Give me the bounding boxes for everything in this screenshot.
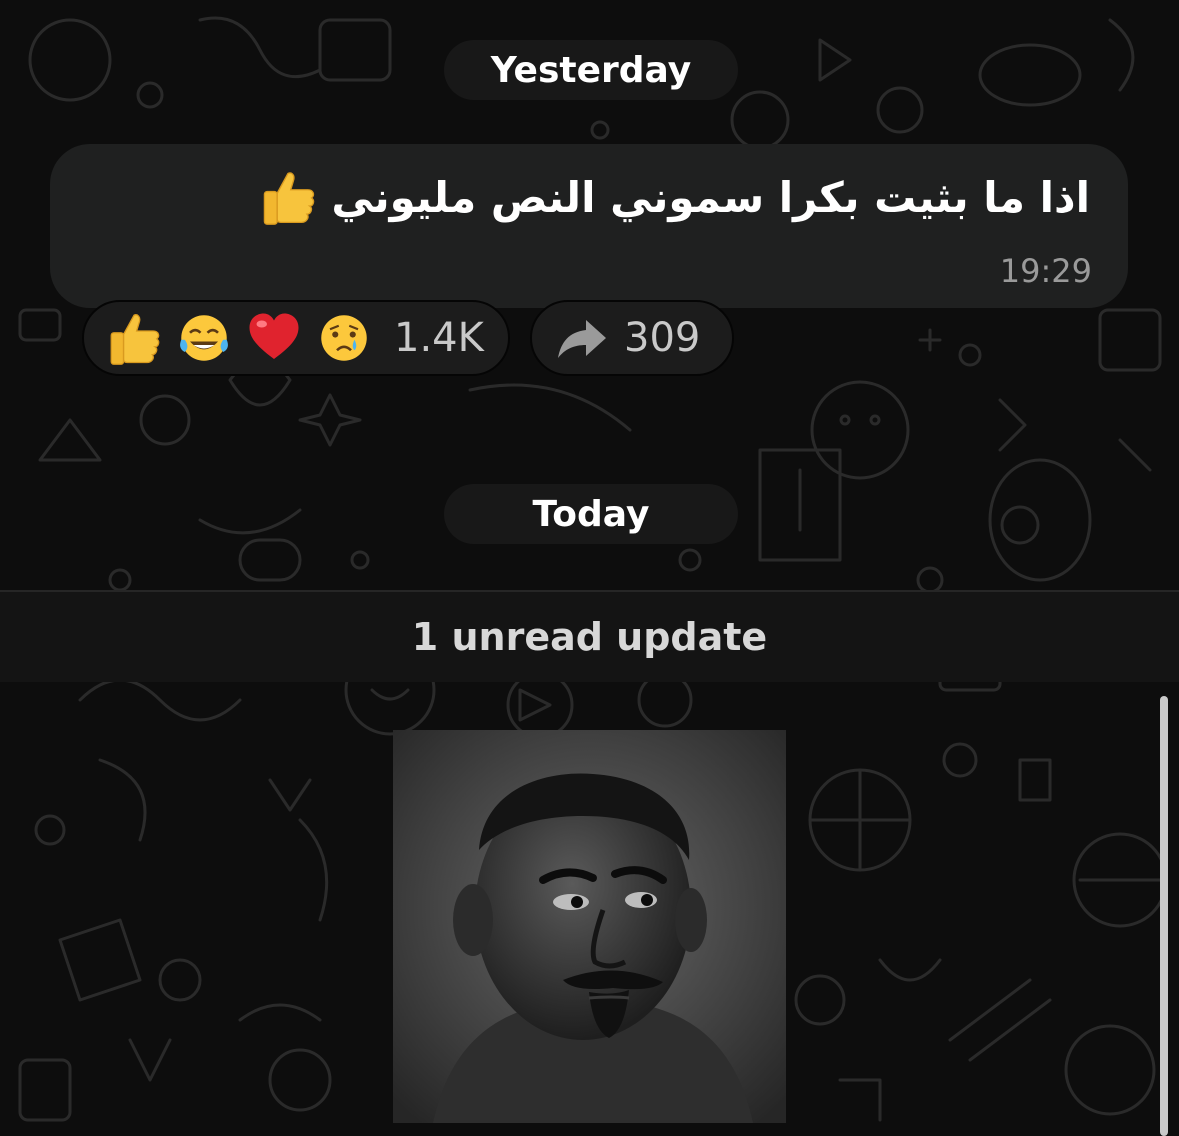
message-text: اذا ما بثيت بكرا سموني النص مليوني xyxy=(331,172,1090,222)
photo-image xyxy=(393,730,786,1123)
crying-face-icon xyxy=(321,315,367,361)
red-heart-icon xyxy=(249,313,299,359)
photo-message[interactable] xyxy=(393,730,786,1123)
thumbs-up-icon xyxy=(264,172,315,225)
forward-count-pill[interactable]: 309 xyxy=(530,300,734,376)
chat-view: Yesterday اذا ما بثيت بكرا سموني النص مل… xyxy=(0,0,1179,1136)
reaction-count: 1.4K xyxy=(394,315,484,361)
scrollbar[interactable] xyxy=(1160,696,1168,1136)
message-bubble[interactable]: اذا ما بثيت بكرا سموني النص مليوني 19:29 xyxy=(50,144,1128,308)
message-timestamp: 19:29 xyxy=(999,252,1092,290)
unread-updates-label: 1 unread update xyxy=(411,615,768,659)
unread-updates-banner: 1 unread update xyxy=(0,590,1179,682)
tears-of-joy-icon xyxy=(180,315,228,361)
date-separator-today: Today xyxy=(444,484,738,544)
date-separator-label: Today xyxy=(532,493,650,535)
date-separator-label: Yesterday xyxy=(490,49,692,91)
message-text-row: اذا ما بثيت بكرا سموني النص مليوني xyxy=(259,168,1090,226)
date-separator-yesterday: Yesterday xyxy=(444,40,738,100)
forward-count: 309 xyxy=(624,315,701,361)
thumbs-up-icon xyxy=(110,314,160,365)
reactions-pill[interactable]: 1.4K xyxy=(82,300,510,376)
share-arrow-icon xyxy=(558,320,606,358)
